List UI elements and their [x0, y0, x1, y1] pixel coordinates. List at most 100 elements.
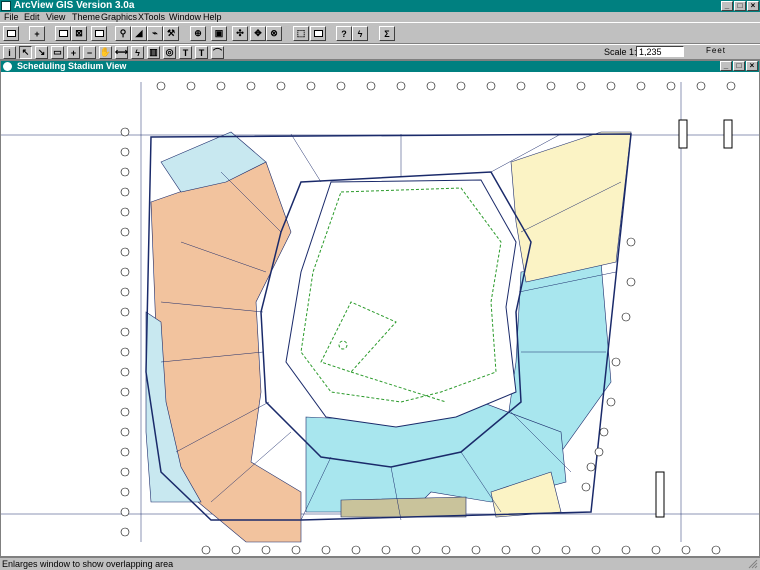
hand-icon: ✋: [99, 47, 112, 57]
info-icon: i: [8, 47, 11, 58]
close-button[interactable]: ×: [747, 1, 759, 11]
area-of-interest-tool[interactable]: ▥: [147, 46, 160, 59]
status-text: Enlarges window to show overlapping area: [2, 559, 174, 569]
app-title: ArcView GIS Version 3.0a: [14, 0, 135, 11]
measure-tool[interactable]: ⟷: [115, 46, 128, 59]
properties-icon: [58, 30, 68, 37]
locate-icon: ◢: [135, 28, 143, 38]
label-tool[interactable]: T: [179, 46, 192, 59]
vertex-icon: ↘: [37, 47, 46, 57]
hot-link-tool[interactable]: ϟ: [131, 46, 144, 59]
zoom-previous-button[interactable]: ⬚: [293, 26, 309, 41]
scale-label: Scale 1:: [604, 47, 637, 57]
table-icon: [94, 30, 104, 37]
binoculars-icon: ⚲: [119, 28, 127, 38]
hammer-icon: ⚒: [166, 28, 176, 38]
map-canvas[interactable]: [1, 72, 759, 556]
arrows-in-icon: ✥: [254, 28, 262, 38]
view-title: Scheduling Stadium View: [17, 61, 127, 71]
arrows-out-icon: ⊗: [270, 28, 278, 38]
view-close-button[interactable]: ×: [746, 61, 758, 71]
zoom-in-tool[interactable]: +: [67, 46, 80, 59]
view-doc-icon[interactable]: [3, 62, 12, 71]
magnify-plus-icon: +: [70, 47, 77, 58]
info-tool[interactable]: i: [3, 46, 16, 59]
menu-edit[interactable]: Edit: [24, 12, 40, 22]
olive-sections: [340, 496, 467, 518]
menu-file[interactable]: File: [4, 12, 19, 22]
menu-window[interactable]: Window: [169, 12, 201, 22]
zoom-active-icon: ▣: [214, 28, 224, 38]
view-window: Scheduling Stadium View _ □ ×: [0, 60, 760, 557]
draw-tool[interactable]: ⌒: [211, 46, 224, 59]
query-icon: ⌁: [152, 28, 158, 38]
select-box-icon: ▭: [53, 47, 62, 57]
bolt-icon: ϟ: [135, 47, 140, 58]
pointer-icon: ↖: [21, 47, 30, 57]
add-theme-button[interactable]: +: [29, 26, 45, 41]
clear-icon: [313, 30, 323, 37]
pointer-tool[interactable]: ↖: [19, 46, 32, 59]
identify-icon: ◎: [165, 47, 174, 57]
menu-bar: File Edit View Theme Graphics XTools Win…: [0, 12, 760, 22]
open-table-button[interactable]: [91, 26, 107, 41]
menu-view[interactable]: View: [46, 12, 65, 22]
hot-link-button[interactable]: ϟ: [352, 26, 368, 41]
select-feature-tool[interactable]: ▭: [51, 46, 64, 59]
scale-input[interactable]: [636, 46, 684, 57]
find-button[interactable]: ⚲: [115, 26, 131, 41]
identify-tool[interactable]: ◎: [163, 46, 176, 59]
ruler-icon: ⟷: [115, 47, 128, 57]
text-tool[interactable]: T: [195, 46, 208, 59]
zoom-in-button[interactable]: ✥: [250, 26, 266, 41]
zoom-selected-icon: ✣: [236, 28, 244, 38]
menu-help[interactable]: Help: [203, 12, 222, 22]
menu-graphics[interactable]: Graphics: [101, 12, 137, 22]
clear-selection-button[interactable]: [310, 26, 326, 41]
zoom-out-button[interactable]: ⊗: [266, 26, 282, 41]
maximize-button[interactable]: □: [734, 1, 746, 11]
help-arrow-icon: ?: [341, 28, 347, 39]
tool-bar: i ↖ ↘ ▭ + − ✋ ⟷ ϟ ▥ ◎ T T ⌒ Scale 1: Fee…: [0, 44, 760, 60]
lightning-icon: ϟ: [357, 28, 363, 39]
plus-icon: +: [34, 28, 40, 39]
help-button[interactable]: ?: [336, 26, 352, 41]
text-icon: T: [198, 47, 205, 58]
sigma-icon: Σ: [384, 28, 390, 39]
minimize-button[interactable]: _: [721, 1, 733, 11]
view-maximize-button[interactable]: □: [733, 61, 745, 71]
area-icon: ▥: [149, 47, 158, 57]
status-bar: Enlarges window to show overlapping area: [0, 557, 760, 570]
resize-grip-icon[interactable]: [748, 559, 758, 569]
label-icon: T: [182, 47, 189, 58]
menu-xtools[interactable]: XTools: [138, 12, 165, 22]
globe-icon: ⊕: [194, 28, 202, 38]
app-title-bar: ArcView GIS Version 3.0a _ □ ×: [0, 0, 760, 12]
pan-tool[interactable]: ✋: [99, 46, 112, 59]
playing-field: [285, 179, 517, 428]
theme-properties-button[interactable]: [55, 26, 71, 41]
zoom-active-button[interactable]: ▣: [211, 26, 227, 41]
vertex-edit-tool[interactable]: ↘: [35, 46, 48, 59]
locate-button[interactable]: ◢: [131, 26, 147, 41]
arcview-app-icon[interactable]: [1, 1, 11, 11]
save-view-button[interactable]: [3, 26, 19, 41]
draw-icon: ⌒: [212, 48, 222, 58]
zoom-out-tool[interactable]: −: [83, 46, 96, 59]
statistics-button[interactable]: Σ: [379, 26, 395, 41]
disk-icon: [6, 30, 16, 37]
view-title-bar: Scheduling Stadium View _ □ ×: [1, 61, 759, 72]
view-minimize-button[interactable]: _: [720, 61, 732, 71]
menu-theme[interactable]: Theme: [72, 12, 100, 22]
dashed-box-icon: ⬚: [296, 28, 306, 38]
stadium-map: [1, 81, 759, 555]
magnify-minus-icon: −: [86, 47, 93, 58]
select-features-button[interactable]: ⚒: [163, 26, 179, 41]
query-builder-button[interactable]: ⌁: [147, 26, 163, 41]
elevation-markers: [655, 119, 733, 518]
map-units: Feet: [706, 46, 727, 55]
zoom-full-button[interactable]: ⊕: [190, 26, 206, 41]
zoom-selected-button[interactable]: ✣: [232, 26, 248, 41]
edit-legend-button[interactable]: ⊠: [71, 26, 87, 41]
button-bar: + ⊠ ⚲ ◢ ⌁ ⚒ ⊕ ▣ ✣ ✥ ⊗ ⬚ ? ϟ Σ: [0, 22, 760, 44]
